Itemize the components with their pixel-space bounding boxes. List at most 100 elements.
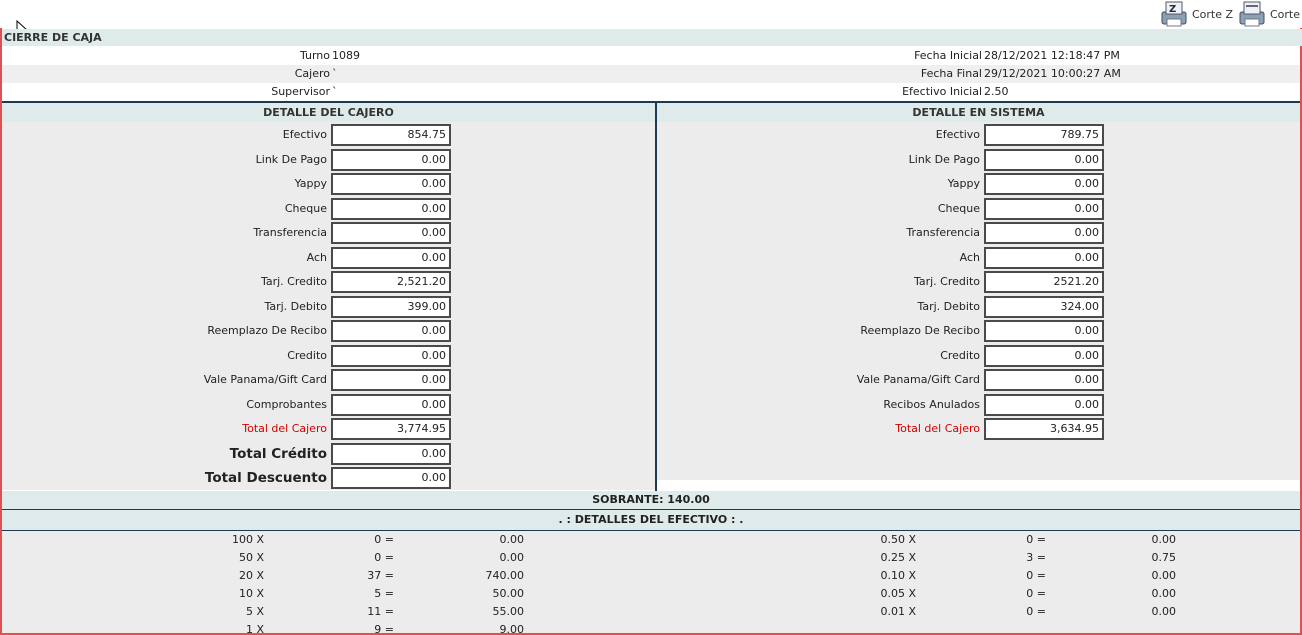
field-input-tarj-debito[interactable]: 324.00 (984, 295, 1104, 318)
corte-z-label: Corte Z (1192, 7, 1234, 21)
field-label: Link De Pago (255, 152, 327, 166)
field-input-link-de-pago[interactable]: 0.00 (331, 148, 451, 171)
field-label: Tarj. Credito (260, 275, 327, 288)
field-label: Comprobantes (246, 397, 327, 411)
cash-row: 0.50 X 0 = 0.00 (2, 531, 1300, 549)
field-input-cheque[interactable]: 0.00 (331, 197, 451, 220)
field-label: Ach (306, 250, 327, 264)
info-row-cajero: Cajero ` Fecha Final 29/12/2021 10:00:27… (2, 65, 1300, 83)
field-value: 3,774.95 (397, 422, 446, 435)
field-row-recibos-anulados: Recibos Anulados 0.00 (657, 393, 1104, 416)
field-row-total-cr-dito: Total Crédito 0.00 (2, 442, 451, 465)
field-input-ach[interactable]: 0.00 (331, 246, 451, 269)
cash-total: 9.00 (499, 623, 525, 633)
field-input-reemplazo-de-recibo[interactable]: 0.00 (331, 320, 451, 342)
corte-z-button[interactable]: Z Corte Z (1159, 0, 1233, 28)
field-row-credito: Credito 0.00 (657, 344, 1104, 367)
info-row-supervisor: Supervisor ` Efectivo Inicial 2.50 (2, 83, 1300, 101)
efectivo-inicial-value: 2.50 (984, 85, 1009, 98)
cash-row: 0.10 X 0 = 0.00 (2, 567, 1300, 585)
field-row-yappy: Yappy 0.00 (2, 173, 451, 195)
panel-sistema: DETALLE EN SISTEMA Efectivo 789.75 Link De… (657, 103, 1300, 480)
field-value: 0.00 (421, 348, 447, 362)
field-input-credito[interactable]: 0.00 (331, 344, 451, 367)
field-input-efectivo[interactable]: 789.75 (984, 124, 1104, 146)
field-input-transferencia[interactable]: 0.00 (331, 222, 451, 244)
field-input-transferencia[interactable]: 0.00 (984, 222, 1104, 244)
field-row-transferencia: Transferencia 0.00 (657, 222, 1104, 244)
cash-row: 0.01 X 0 = 0.00 (2, 603, 1300, 621)
field-label: Efectivo (282, 128, 327, 141)
corte-button[interactable]: Corte (1237, 0, 1300, 28)
field-input-yappy[interactable]: 0.00 (331, 173, 451, 195)
field-value: 0.00 (421, 471, 447, 484)
field-row-link-de-pago: Link De Pago 0.00 (2, 148, 451, 171)
cash-qty: 0 = (1026, 533, 1046, 546)
cash-qty: 0 = (1026, 569, 1046, 582)
field-label: Total del Cajero (242, 422, 327, 435)
field-row-reemplazo-de-recibo: Reemplazo De Recibo 0.00 (657, 320, 1104, 342)
panel-sistema-spacer (657, 480, 1300, 490)
field-value: 0.00 (421, 201, 447, 215)
supervisor-label: Supervisor (271, 85, 330, 98)
detalles-efectivo-title: . : DETALLES DEL EFECTIVO : . (2, 510, 1300, 531)
field-row-cheque: Cheque 0.00 (2, 197, 451, 220)
field-input-tarj-debito[interactable]: 399.00 (331, 295, 451, 318)
field-value: 0.00 (1074, 152, 1100, 166)
panel-cajero-title: DETALLE DEL CAJERO (2, 103, 655, 122)
field-label: Ach (959, 250, 980, 264)
field-input-total-cr-dito[interactable]: 0.00 (331, 442, 451, 465)
field-label: Recibos Anulados (883, 397, 980, 411)
field-input-tarj-credito[interactable]: 2521.20 (984, 271, 1104, 293)
field-input-credito[interactable]: 0.00 (984, 344, 1104, 367)
field-row-tarj-debito: Tarj. Debito 399.00 (2, 295, 451, 318)
field-value: 0.00 (421, 152, 447, 166)
corte-label: Corte (1270, 7, 1301, 21)
field-value: 0.00 (421, 324, 447, 337)
field-label: Link De Pago (908, 152, 980, 166)
field-value: 399.00 (407, 299, 447, 313)
field-input-total-del-cajero[interactable]: 3,634.95 (984, 418, 1104, 440)
turno-label: Turno (299, 49, 330, 62)
field-input-total-del-cajero[interactable]: 3,774.95 (331, 418, 451, 440)
field-label: Tarj. Debito (917, 299, 980, 313)
info-row-turno: Turno 1089 Fecha Inicial 28/12/2021 12:1… (2, 47, 1300, 65)
field-input-vale-panama-gift-card[interactable]: 0.00 (331, 369, 451, 391)
field-input-comprobantes[interactable]: 0.00 (331, 393, 451, 416)
field-row-vale-panama-gift-card: Vale Panama/Gift Card 0.00 (2, 369, 451, 391)
field-label: Vale Panama/Gift Card (203, 373, 327, 386)
fecha-final-value: 29/12/2021 10:00:27 AM (984, 67, 1121, 80)
field-input-ach[interactable]: 0.00 (984, 246, 1104, 269)
cash-denom: 0.10 X (880, 569, 916, 582)
cash-row: 1 X 9 = 9.00 (2, 621, 1300, 633)
cash-qty: 0 = (1026, 605, 1046, 618)
field-input-efectivo[interactable]: 854.75 (331, 124, 451, 146)
field-input-tarj-credito[interactable]: 2,521.20 (331, 271, 451, 293)
cash-denom: 0.05 X (880, 587, 916, 600)
field-row-tarj-debito: Tarj. Debito 324.00 (657, 295, 1104, 318)
field-input-yappy[interactable]: 0.00 (984, 173, 1104, 195)
field-input-reemplazo-de-recibo[interactable]: 0.00 (984, 320, 1104, 342)
field-value: 0.00 (1074, 397, 1100, 411)
cash-denom: 0.50 X (880, 533, 916, 546)
efectivo-inicial-label: Efectivo Inicial (902, 85, 982, 98)
supervisor-value: ` (332, 85, 338, 98)
field-label: Transferencia (253, 226, 327, 239)
field-value: 0.00 (421, 250, 447, 264)
field-input-total-descuento[interactable]: 0.00 (331, 467, 451, 489)
field-label: Cheque (937, 201, 980, 215)
field-label: Efectivo (935, 128, 980, 141)
field-input-link-de-pago[interactable]: 0.00 (984, 148, 1104, 171)
field-input-recibos-anulados[interactable]: 0.00 (984, 393, 1104, 416)
fecha-inicial-label: Fecha Inicial (914, 49, 982, 62)
field-value: 2521.20 (1053, 275, 1100, 288)
svg-text:Z: Z (1169, 4, 1176, 15)
field-row-comprobantes: Comprobantes 0.00 (2, 393, 451, 416)
panel-sistema-title: DETALLE EN SISTEMA (657, 103, 1300, 122)
field-row-vale-panama-gift-card: Vale Panama/Gift Card 0.00 (657, 369, 1104, 391)
field-value: 0.00 (1074, 348, 1100, 362)
field-input-vale-panama-gift-card[interactable]: 0.00 (984, 369, 1104, 391)
field-input-cheque[interactable]: 0.00 (984, 197, 1104, 220)
field-label: Total del Cajero (895, 422, 980, 435)
field-row-efectivo: Efectivo 854.75 (2, 124, 451, 146)
